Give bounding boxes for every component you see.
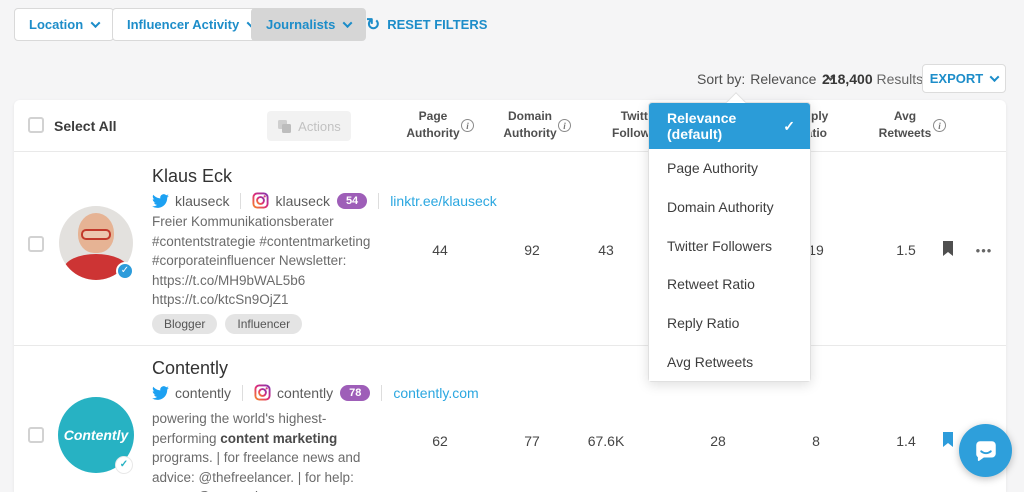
row-checkbox[interactable] bbox=[28, 236, 44, 252]
chat-launcher-button[interactable] bbox=[959, 424, 1012, 477]
sort-option-retweet-ratio[interactable]: Retweet Ratio bbox=[649, 265, 810, 304]
check-icon: ✓ bbox=[783, 118, 795, 135]
select-all-checkbox[interactable] bbox=[28, 117, 44, 133]
sort-option-avg-retweets[interactable]: Avg Retweets bbox=[649, 342, 810, 381]
twitter-handle[interactable]: contently bbox=[175, 385, 231, 401]
twitter-followers-value: 67.6K bbox=[566, 433, 646, 449]
sort-option-domain-authority[interactable]: Domain Authority bbox=[649, 188, 810, 227]
export-button[interactable]: EXPORT bbox=[922, 64, 1006, 93]
sort-option-relevance[interactable]: Relevance (default) ✓ bbox=[649, 103, 810, 149]
page-authority-value: 44 bbox=[400, 242, 480, 258]
chevron-down-icon bbox=[990, 72, 1000, 82]
sort-by-label: Sort by: bbox=[697, 71, 745, 87]
tag-blogger: Blogger bbox=[152, 314, 217, 334]
website-link[interactable]: linktr.ee/klauseck bbox=[390, 193, 497, 209]
actions-label: Actions bbox=[298, 119, 341, 134]
instagram-icon bbox=[254, 384, 271, 401]
divider bbox=[378, 193, 379, 209]
results-count: 218,400 Results bbox=[822, 71, 923, 87]
profile-bio: Freier Kommunikationsberater #contentstr… bbox=[152, 212, 384, 310]
filter-location-label: Location bbox=[29, 17, 83, 32]
reset-filters-label: RESET FILTERS bbox=[387, 17, 487, 32]
verified-badge-icon: ✓ bbox=[116, 262, 134, 280]
refresh-icon: ↻ bbox=[366, 16, 380, 33]
avg-retweets-value: 1.5 bbox=[866, 242, 946, 258]
page-authority-value: 62 bbox=[400, 433, 480, 449]
avg-retweets-value: 1.4 bbox=[866, 433, 946, 449]
sort-option-reply-ratio[interactable]: Reply Ratio bbox=[649, 304, 810, 343]
filter-influencer-activity-label: Influencer Activity bbox=[127, 17, 239, 32]
column-header-avg-retweets: Avg Retweets i bbox=[860, 108, 950, 142]
instagram-handle[interactable]: contently bbox=[277, 385, 333, 401]
table-header: Select All Actions Page Authority i Doma… bbox=[14, 100, 1006, 152]
table-row-contently: Contently ✓ Contently contently contentl… bbox=[14, 345, 1006, 492]
profile-tags: Blogger Influencer bbox=[152, 314, 302, 334]
table-row-klaus-eck: ✓ Klaus Eck klauseck klauseck 54 linktr.… bbox=[14, 152, 1006, 345]
layers-icon bbox=[277, 119, 292, 134]
instagram-icon bbox=[252, 192, 269, 209]
sort-dropdown-menu: Relevance (default) ✓ Page Authority Dom… bbox=[648, 102, 811, 382]
bookmark-icon[interactable] bbox=[942, 432, 954, 453]
profile-name[interactable]: Klaus Eck bbox=[152, 166, 232, 187]
results-table: Select All Actions Page Authority i Doma… bbox=[14, 100, 1006, 492]
info-icon[interactable]: i bbox=[558, 119, 571, 132]
results-label: Results bbox=[877, 71, 924, 87]
retweet-ratio-value: 28 bbox=[678, 433, 758, 449]
row-checkbox[interactable] bbox=[28, 427, 44, 443]
avatar-logo-text: Contently bbox=[64, 427, 129, 443]
chevron-down-icon bbox=[343, 18, 353, 28]
tag-influencer: Influencer bbox=[225, 314, 302, 334]
twitter-followers-value: 43 bbox=[566, 242, 646, 258]
column-header-domain-authority: Domain Authority i bbox=[485, 108, 575, 142]
domain-authority-value: 77 bbox=[492, 433, 572, 449]
profile-name[interactable]: Contently bbox=[152, 358, 228, 379]
social-links: klauseck klauseck 54 linktr.ee/klauseck bbox=[152, 192, 497, 209]
profile-bio: powering the world's highest- performing… bbox=[152, 409, 384, 492]
actions-button[interactable]: Actions bbox=[267, 111, 351, 141]
more-options-button[interactable]: ••• bbox=[962, 243, 1006, 258]
divider bbox=[242, 385, 243, 401]
divider bbox=[381, 385, 382, 401]
twitter-icon bbox=[152, 386, 169, 400]
chat-bubble-icon bbox=[973, 438, 999, 464]
social-links: contently contently 78 contently.com bbox=[152, 384, 479, 401]
results-number: 218,400 bbox=[822, 71, 873, 87]
app-window: Location Influencer Activity Journalists… bbox=[0, 0, 1024, 492]
sort-option-twitter-followers[interactable]: Twitter Followers bbox=[649, 226, 810, 265]
filter-journalists-button[interactable]: Journalists bbox=[251, 8, 366, 41]
reply-ratio-value: 8 bbox=[776, 433, 856, 449]
info-icon[interactable]: i bbox=[933, 119, 946, 132]
sort-option-page-authority[interactable]: Page Authority bbox=[649, 149, 810, 188]
domain-authority-value: 92 bbox=[492, 242, 572, 258]
website-link[interactable]: contently.com bbox=[393, 385, 478, 401]
divider bbox=[240, 193, 241, 209]
instagram-count-badge: 78 bbox=[340, 385, 370, 401]
filter-influencer-activity-button[interactable]: Influencer Activity bbox=[112, 8, 270, 41]
reset-filters-button[interactable]: ↻ RESET FILTERS bbox=[366, 8, 487, 41]
sort-by-control[interactable]: Sort by: Relevance bbox=[697, 71, 834, 87]
column-header-page-authority: Page Authority i bbox=[388, 108, 478, 142]
export-label: EXPORT bbox=[930, 71, 983, 86]
info-icon[interactable]: i bbox=[461, 119, 474, 132]
instagram-count-badge: 54 bbox=[337, 193, 367, 209]
select-all-label: Select All bbox=[54, 118, 117, 134]
sort-by-value: Relevance bbox=[750, 71, 816, 87]
filter-location-button[interactable]: Location bbox=[14, 8, 114, 41]
twitter-icon bbox=[152, 194, 169, 208]
chevron-down-icon bbox=[91, 18, 101, 28]
bookmark-icon[interactable] bbox=[942, 241, 954, 262]
instagram-handle[interactable]: klauseck bbox=[275, 193, 329, 209]
filter-journalists-label: Journalists bbox=[266, 17, 335, 32]
verified-badge-icon: ✓ bbox=[115, 456, 133, 474]
twitter-handle[interactable]: klauseck bbox=[175, 193, 229, 209]
